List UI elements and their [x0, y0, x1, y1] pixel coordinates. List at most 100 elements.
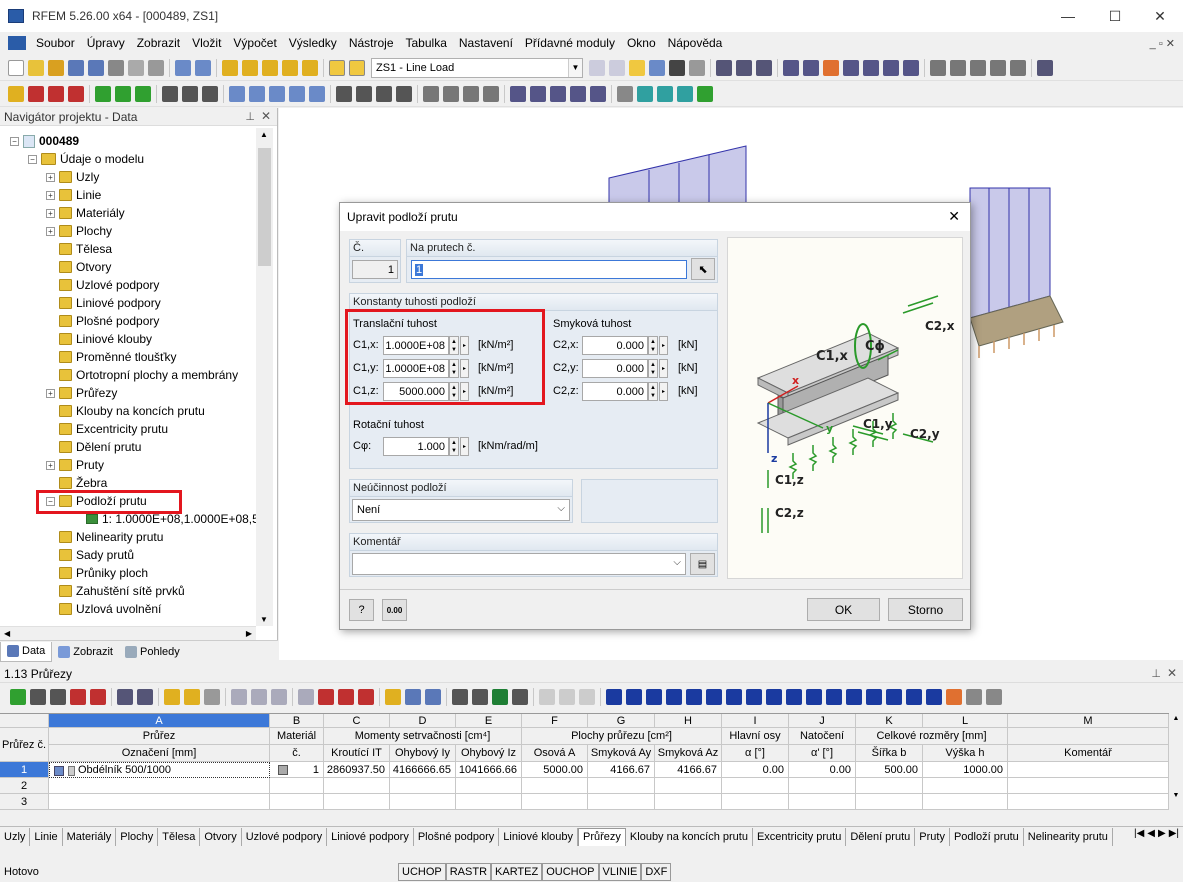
bottom-tab-klouby-na-konc-ch-prutu[interactable]: Klouby na koncích prutu: [626, 827, 753, 846]
help-button[interactable]: ?: [349, 599, 374, 621]
menu-vysledky[interactable]: Výsledky: [283, 36, 343, 50]
tree-item-plo-n-podpory[interactable]: +Plošné podpory: [46, 312, 159, 330]
bottom-tab-podlo-prutu[interactable]: Podloží prutu: [950, 827, 1024, 846]
save-all-icon[interactable]: [88, 59, 104, 76]
column-letter-k[interactable]: K: [856, 714, 923, 728]
section-u-icon[interactable]: [826, 689, 842, 705]
section-solid-icon[interactable]: [986, 689, 1002, 705]
expand-icon[interactable]: +: [46, 208, 55, 218]
ok-button[interactable]: OK: [807, 598, 880, 621]
measure-icon[interactable]: [930, 59, 946, 76]
table-cell-alpha2[interactable]: [789, 778, 856, 794]
table-cell-it[interactable]: [324, 794, 390, 810]
tree-root[interactable]: − 000489: [10, 132, 79, 150]
tree-item-uzlov-uvoln-n-[interactable]: +Uzlová uvolnění: [46, 600, 161, 618]
table-remove-row-icon[interactable]: [318, 689, 334, 705]
table-cell-b[interactable]: [856, 794, 923, 810]
close-button[interactable]: ✕: [1137, 0, 1183, 32]
close-icon[interactable]: ✕: [1167, 666, 1177, 680]
bottom-tab-t-lesa[interactable]: Tělesa: [158, 827, 201, 846]
visibility-icon[interactable]: [637, 85, 653, 102]
table-view-c-icon[interactable]: [425, 689, 441, 705]
new-file-icon[interactable]: [8, 59, 24, 76]
menu-vlozit[interactable]: Vložit: [186, 36, 227, 50]
tree-item-zahu-t-n-s-t-prvk-[interactable]: +Zahuštění sítě prvků: [46, 582, 185, 600]
mesh-icon[interactable]: [783, 59, 799, 76]
table-cell-a[interactable]: [522, 794, 588, 810]
result-values-icon[interactable]: [689, 59, 705, 76]
copy-tool-icon[interactable]: [463, 85, 479, 102]
table-view-icon[interactable]: [329, 59, 345, 76]
tree-item-excentricity-prutu[interactable]: +Excentricity prutu: [46, 420, 168, 438]
tree-item-d-len-prutu[interactable]: +Dělení prutu: [46, 438, 141, 456]
expand-icon[interactable]: +: [46, 388, 55, 398]
tree-model-data[interactable]: − Údaje o modelu: [28, 150, 144, 168]
column-letter-i[interactable]: I: [722, 714, 789, 728]
column-letter-a[interactable]: A: [49, 714, 270, 728]
deform-icon[interactable]: [736, 59, 752, 76]
table-view-b-icon[interactable]: [405, 689, 421, 705]
wireframe-icon[interactable]: [677, 85, 693, 102]
c2y-input[interactable]: 0.000: [582, 359, 648, 378]
section-i-icon[interactable]: [626, 689, 642, 705]
function-icon[interactable]: [559, 689, 575, 705]
connect-icon[interactable]: [483, 85, 499, 102]
save-icon[interactable]: [68, 59, 84, 76]
table-cell-h[interactable]: 1000.00: [923, 762, 1008, 778]
section-rd-icon[interactable]: [786, 689, 802, 705]
table-copy-icon[interactable]: [231, 689, 247, 705]
menu-soubor[interactable]: Soubor: [30, 36, 81, 50]
c2z-arrow[interactable]: ▸: [659, 382, 668, 401]
tools-icon[interactable]: [990, 59, 1006, 76]
section-rec2-icon[interactable]: [926, 689, 942, 705]
tree-item-uzly[interactable]: + Uzly: [46, 168, 99, 186]
table-sort-icon[interactable]: [30, 689, 46, 705]
column-letter-h[interactable]: H: [655, 714, 722, 728]
rotate-icon[interactable]: [863, 59, 879, 76]
table-select-icon[interactable]: [298, 689, 314, 705]
print-preview-icon[interactable]: [128, 59, 144, 76]
table-cell-az[interactable]: [655, 778, 722, 794]
tab-pohledy[interactable]: Pohledy: [119, 642, 186, 662]
close-icon[interactable]: ✕: [261, 109, 271, 123]
section-hea-icon[interactable]: [666, 689, 682, 705]
tree-item-uzlov-podpory[interactable]: +Uzlové podpory: [46, 276, 159, 294]
divide-icon[interactable]: [423, 85, 439, 102]
surface-support-icon[interactable]: [135, 85, 151, 102]
status-toggle-rastr[interactable]: RASTR: [445, 863, 492, 881]
render-icon[interactable]: [903, 59, 919, 76]
table-cell-name[interactable]: [49, 794, 270, 810]
c2y-arrow[interactable]: ▸: [659, 359, 668, 378]
section-ipe-icon[interactable]: [646, 689, 662, 705]
polyline-tool-icon[interactable]: [48, 85, 64, 102]
collapse-icon[interactable]: −: [28, 154, 37, 164]
next-loadcase-icon[interactable]: [609, 59, 625, 76]
line-tool-icon[interactable]: [28, 85, 44, 102]
c2z-input[interactable]: 0.000: [582, 382, 648, 401]
expand-icon[interactable]: +: [46, 190, 55, 200]
tree-item-materi-ly[interactable]: + Materiály: [46, 204, 125, 222]
dimension-icon[interactable]: [617, 85, 633, 102]
chevron-down-icon[interactable]: ▼: [568, 58, 582, 77]
status-toggle-vlinie[interactable]: VLINIE: [598, 863, 642, 881]
tree-item-liniov-podpory[interactable]: +Liniové podpory: [46, 294, 161, 312]
export-icon[interactable]: [1037, 59, 1053, 76]
comment-input[interactable]: ⌵: [352, 553, 686, 575]
maximize-button[interactable]: ☐: [1092, 0, 1138, 32]
menu-okno[interactable]: Okno: [621, 36, 662, 50]
animation-icon[interactable]: [716, 59, 732, 76]
view-z-icon[interactable]: [550, 85, 566, 102]
section-ro-icon[interactable]: [766, 689, 782, 705]
section-is-icon[interactable]: [846, 689, 862, 705]
bottom-tab-d-len-prutu[interactable]: Dělení prutu: [846, 827, 916, 846]
section-library-icon[interactable]: [606, 689, 622, 705]
tree-item-linie[interactable]: + Linie: [46, 186, 101, 204]
c2y-spinner[interactable]: ▲ ▼: [648, 359, 658, 378]
menu-napoveda[interactable]: Nápověda: [662, 36, 729, 50]
view-iso-icon[interactable]: [570, 85, 586, 102]
tree-item-pruty[interactable]: + Pruty: [46, 456, 104, 474]
show-results-icon[interactable]: [669, 59, 685, 76]
table-cell-alpha[interactable]: 0.00: [722, 762, 789, 778]
status-toggle-uchop[interactable]: UCHOP: [398, 863, 446, 881]
status-toggle-kartez[interactable]: KARTEZ: [491, 863, 543, 881]
